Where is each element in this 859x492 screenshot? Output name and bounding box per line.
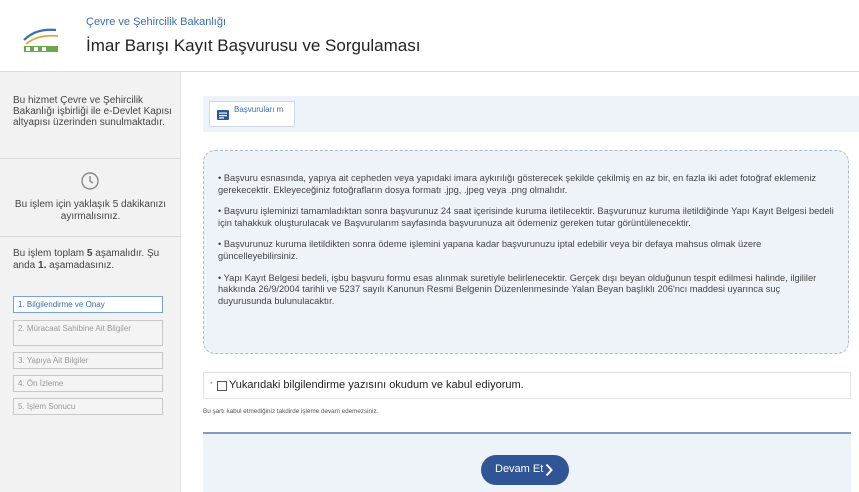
steps-info-text: Bu işlem toplam 5 aşamalıdır. Şu anda 1.… — [13, 248, 160, 271]
my-applications-label: Başvuruları m — [234, 105, 284, 114]
top-toolbar: Başvuruları m — [203, 96, 859, 132]
page-header: Çevre ve Şehircilik Bakanlığı İmar Barış… — [0, 0, 859, 72]
notice-paragraph: • Başvuru esnasında, yapıya ait cepheden… — [218, 173, 817, 195]
continue-label: Devam Et — [495, 463, 544, 475]
chevron-right-icon — [545, 463, 553, 477]
notice-paragraph: • Başvuru işleminizi tamamladıktan sonra… — [218, 206, 834, 228]
step-3-building-info: 3. Yapıya Ait Bilgiler — [13, 352, 163, 369]
main-content: Başvuruları m • Başvuru esnasında, yapıy… — [181, 72, 859, 492]
my-applications-button[interactable]: Başvuruları m — [209, 101, 295, 127]
info-notice-box: • Başvuru esnasında, yapıya ait cepheden… — [203, 150, 849, 354]
sidebar-divider — [0, 158, 181, 159]
continue-button[interactable]: Devam Et — [481, 455, 569, 485]
clock-icon — [81, 172, 99, 190]
agreement-row: * Yukarıdaki bilgilendirme yazısını okud… — [203, 372, 851, 399]
agreement-warning: Bu şartı kabul etmediğiniz takdirde işle… — [203, 408, 379, 415]
step-1-info-approval: 1. Bilgilendirme ve Onay — [13, 296, 163, 313]
step-4-preview: 4. Ön İzleme — [13, 375, 163, 392]
ministry-name: Çevre ve Şehircilik Bakanlığı — [86, 16, 227, 28]
service-info-text: Bu hizmet Çevre ve Şehircilik Bakanlığı … — [13, 95, 172, 128]
notice-paragraph: • Yapı Kayıt Belgesi bedeli, işbu başvur… — [218, 272, 817, 306]
sidebar: Bu hizmet Çevre ve Şehircilik Bakanlığı … — [0, 72, 181, 492]
form-footer: Devam Et — [203, 432, 851, 492]
agreement-checkbox[interactable] — [217, 381, 227, 391]
step-2-applicant-info: 2. Müracaat Sahibine Ait Bilgiler — [13, 320, 163, 346]
step-5-result: 5. İşlem Sonucu — [13, 398, 163, 415]
agreement-label[interactable]: Yukarıdaki bilgilendirme yazısını okudum… — [229, 379, 524, 391]
sidebar-divider — [0, 236, 181, 237]
page-title: İmar Barışı Kayıt Başvurusu ve Sorgulama… — [86, 36, 421, 55]
required-mark: * — [210, 382, 213, 388]
estimated-time-text: Bu işlem için yaklaşık 5 dakikanızı ayır… — [14, 199, 167, 222]
ministry-logo-icon — [23, 28, 59, 52]
notice-paragraph: • Başvurunuz kuruma iletildikten sonra ö… — [218, 239, 762, 261]
document-list-icon — [217, 110, 229, 120]
